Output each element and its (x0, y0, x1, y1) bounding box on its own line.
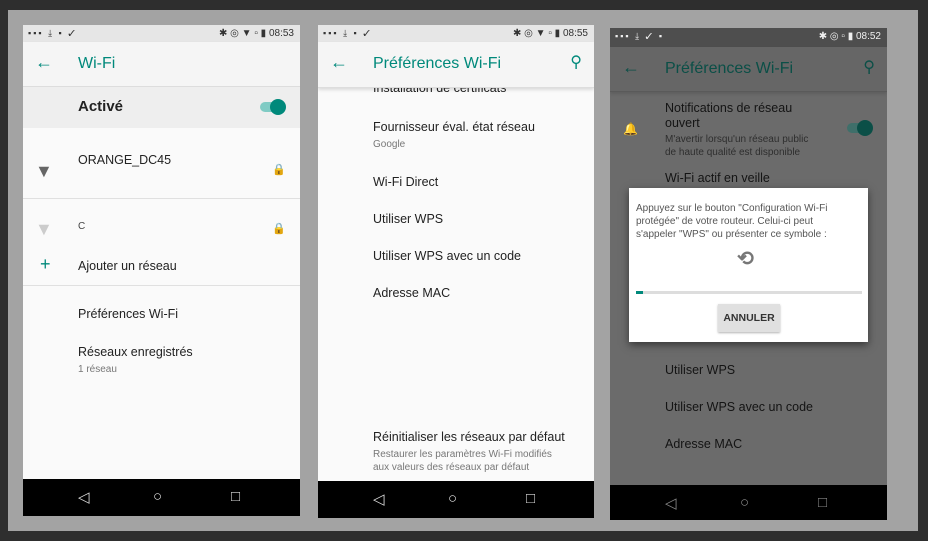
phone-wps-dialog-screen: ▪▪▪ ⤓ ✓ ▪ ✱ ◎ ▫ ▮ 08:52 ← Préférences Wi-F… (610, 28, 887, 520)
notification-icons: ▪▪▪ ⤓ ✓ ▪ (615, 31, 665, 41)
pref-item-subtitle: aux valeurs des réseaux par défaut (373, 462, 530, 473)
saved-networks-item[interactable]: Réseaux enregistrés (78, 345, 193, 359)
notif-toggle[interactable] (847, 120, 873, 136)
wifi-preferences-item[interactable]: Préférences Wi-Fi (78, 307, 178, 321)
wps-progress-bar (636, 291, 862, 294)
pref-item-mac-address: Adresse MAC (665, 437, 743, 451)
pref-item-wifi-direct[interactable]: Wi-Fi Direct (373, 175, 438, 189)
status-icons: ✱ ◎ ▫ ▮ (818, 31, 856, 42)
page-title: Préférences Wi-Fi (373, 55, 502, 72)
navigation-bar: ◁ ○ □ (23, 479, 300, 516)
toolbar: ← Préférences Wi-Fi ⚲ (318, 42, 594, 88)
network-name: C (78, 221, 86, 232)
pref-item-network-rating[interactable]: Fournisseur éval. état réseau (373, 120, 535, 134)
pref-item-wps-pin[interactable]: Utiliser WPS avec un code (665, 400, 813, 414)
page-title: Préférences Wi-Fi (665, 60, 794, 77)
search-icon[interactable]: ⚲ (570, 52, 582, 72)
toolbar: ← Préférences Wi-Fi ⚲ (610, 47, 887, 92)
add-network-label: Ajouter un réseau (78, 259, 177, 273)
wps-dialog: Appuyez sur le bouton "Configuration Wi-… (629, 188, 868, 342)
clock: 08:55 (562, 28, 588, 39)
nav-recents-icon[interactable]: □ (231, 488, 240, 505)
status-bar: ▪▪▪ ⤓ ▪ ✓ ✱ ◎ ▼ ▫ ▮ 08:55 (318, 25, 594, 42)
nav-recents-icon[interactable]: □ (526, 490, 535, 507)
wps-symbol-icon: ⟲ (737, 248, 754, 270)
open-network-notif-title[interactable]: Notifications de réseau (665, 101, 792, 115)
clock: 08:52 (855, 31, 881, 42)
cancel-button[interactable]: ANNULER (718, 304, 780, 332)
lock-icon: 🔒 (272, 164, 286, 176)
page-title: Wi-Fi (78, 55, 116, 72)
notification-icons: ▪▪▪ ⤓ ▪ ✓ (28, 28, 78, 38)
status-icons: ✱ ◎ ▼ ▫ ▮ (219, 28, 269, 39)
phone-wifi-screen: ▪▪▪ ⤓ ▪ ✓ ✱ ◎ ▼ ▫ ▮ 08:53 ← Wi-Fi Activé ▼… (23, 25, 300, 516)
pref-item-subtitle: Google (373, 139, 406, 150)
divider (23, 198, 300, 199)
status-bar: ▪▪▪ ⤓ ▪ ✓ ✱ ◎ ▼ ▫ ▮ 08:53 (23, 25, 300, 42)
pref-item-reset[interactable]: Réinitialiser les réseaux par défaut (373, 430, 565, 444)
notification-icons: ▪▪▪ ⤓ ▪ ✓ (323, 28, 373, 38)
pref-item-mac-address: Adresse MAC (373, 286, 451, 300)
notif-subtitle: de haute qualité est disponible (665, 147, 801, 158)
toolbar: ← Wi-Fi (23, 42, 300, 87)
wifi-toggle[interactable] (260, 99, 286, 115)
nav-back-icon[interactable]: ◁ (373, 490, 385, 508)
nav-recents-icon[interactable]: □ (818, 494, 827, 511)
nav-home-icon[interactable]: ○ (448, 490, 457, 507)
navigation-bar: ◁ ○ □ (610, 485, 887, 520)
pref-item-wps[interactable]: Utiliser WPS (373, 212, 443, 226)
nav-back-icon[interactable]: ◁ (78, 488, 90, 506)
search-icon[interactable]: ⚲ (863, 57, 875, 77)
wifi-signal-icon: ▼ (35, 161, 53, 181)
status-icons: ✱ ◎ ▼ ▫ ▮ (513, 28, 563, 39)
back-arrow-icon[interactable]: ← (622, 57, 640, 78)
phone-preferences-screen: Installation de certificats Fournisseur … (318, 25, 594, 518)
divider (23, 285, 300, 286)
network-name: ORANGE_DC45 (78, 153, 172, 167)
pref-item-wps-pin[interactable]: Utiliser WPS avec un code (373, 249, 521, 263)
plus-icon: + (40, 254, 51, 274)
clock: 08:53 (268, 28, 294, 39)
open-network-notif-title-2: ouvert (665, 116, 700, 130)
wifi-sleep-item[interactable]: Wi-Fi actif en veille (665, 171, 770, 185)
dialog-text: protégée" de votre routeur. Celui-ci peu… (636, 216, 813, 227)
toggle-label: Activé (78, 98, 124, 115)
dialog-text: s'appeler "WPS" ou présenter ce symbole … (636, 229, 827, 240)
wifi-toggle-row[interactable]: Activé (23, 87, 300, 128)
nav-home-icon[interactable]: ○ (153, 488, 162, 505)
wifi-signal-weak-icon: ▼ (35, 219, 53, 239)
notification-bell-icon: 🔔 (623, 122, 638, 136)
navigation-bar: ◁ ○ □ (318, 481, 594, 518)
notif-subtitle: M'avertir lorsqu'un réseau public (665, 134, 809, 145)
lock-icon: 🔒 (272, 223, 286, 235)
dialog-text: Appuyez sur le bouton "Configuration Wi-… (636, 203, 828, 214)
back-arrow-icon[interactable]: ← (35, 52, 53, 73)
nav-home-icon[interactable]: ○ (740, 494, 749, 511)
back-arrow-icon[interactable]: ← (330, 52, 348, 73)
pref-item-wps[interactable]: Utiliser WPS (665, 363, 735, 377)
pref-item-subtitle: Restaurer les paramètres Wi-Fi modifiés (373, 449, 552, 460)
nav-back-icon[interactable]: ◁ (665, 494, 677, 512)
saved-networks-count: 1 réseau (78, 364, 117, 375)
status-bar: ▪▪▪ ⤓ ✓ ▪ ✱ ◎ ▫ ▮ 08:52 (610, 28, 887, 47)
